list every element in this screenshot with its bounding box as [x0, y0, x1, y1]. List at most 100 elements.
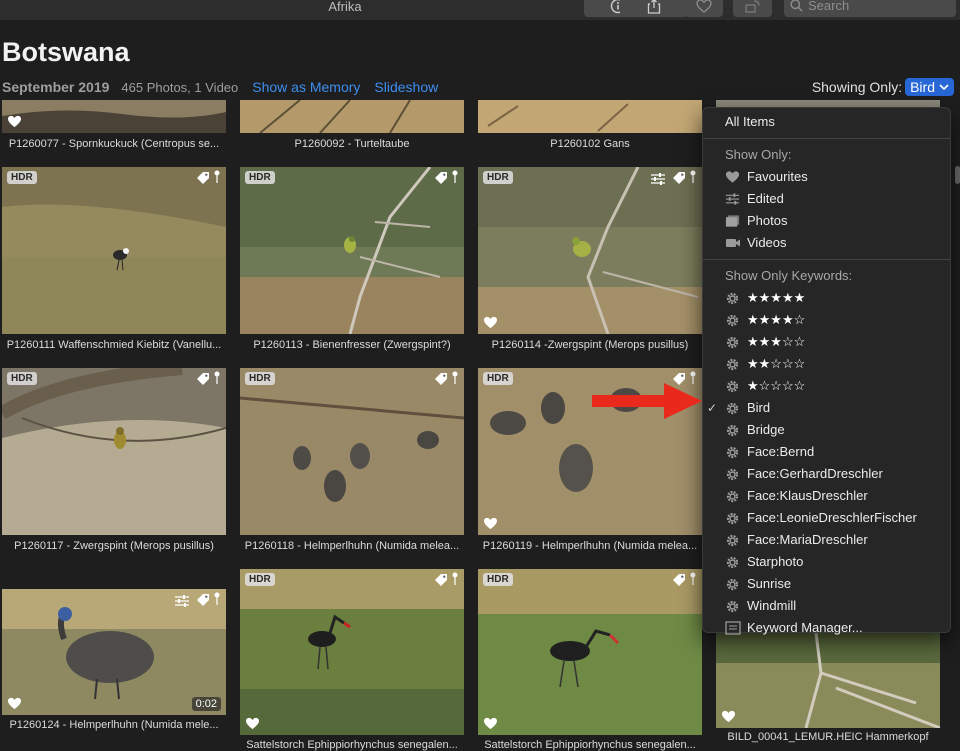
menu-item-keyword-face-maria[interactable]: Face:MariaDreschler [703, 529, 950, 551]
heart-icon[interactable] [483, 316, 498, 329]
photo-caption: Sattelstorch Ephippiorhynchus senegalen.… [246, 739, 458, 751]
hdr-badge: HDR [245, 573, 275, 586]
menu-item-keyword-face-gerhard[interactable]: Face:GerhardDreschler [703, 463, 950, 485]
filter-popup-button[interactable]: Bird [905, 78, 954, 96]
photo-caption: P1260092 - Turteltaube [294, 138, 410, 150]
album-subtitle: September 2019 465 Photos, 1 Video Show … [2, 79, 438, 95]
photo-caption: P1260113 - Bienenfresser (Zwergspint?) [253, 339, 451, 351]
photo-thumbnail[interactable] [478, 100, 702, 133]
hdr-badge: HDR [483, 372, 513, 385]
menu-item-photos[interactable]: Photos [703, 210, 950, 232]
menu-item-keyword-3-stars[interactable]: ★★★☆☆ [703, 331, 950, 353]
menu-item-keyword-manager[interactable]: Keyword Manager... [703, 617, 950, 639]
menu-item-keyword-4-stars[interactable]: ★★★★☆ [703, 309, 950, 331]
menu-header-show-only: Show Only: [725, 147, 792, 162]
hdr-badge: HDR [483, 573, 513, 586]
location-pin-icon [690, 170, 696, 183]
photo-thumbnail[interactable]: HDR [478, 167, 702, 334]
menu-item-keyword-face-bernd[interactable]: Face:Bernd [703, 441, 950, 463]
hdr-badge: HDR [7, 171, 37, 184]
hdr-badge: HDR [7, 372, 37, 385]
gear-icon [726, 512, 739, 525]
menu-item-label: Videos [747, 235, 787, 250]
menu-item-keyword-bridge[interactable]: Bridge [703, 419, 950, 441]
photo-thumbnail[interactable] [240, 100, 464, 133]
menu-item-keyword-sunrise[interactable]: Sunrise [703, 573, 950, 595]
photos-icon [725, 215, 740, 227]
menu-item-label: Keyword Manager... [747, 620, 863, 635]
photo-thumbnail[interactable]: HDR [240, 368, 464, 535]
hdr-badge: HDR [483, 171, 513, 184]
search-field[interactable] [784, 0, 956, 17]
menu-item-keyword-bird[interactable]: ✓ Bird [703, 397, 950, 419]
location-pin-icon [452, 170, 458, 183]
menu-item-keyword-1-star[interactable]: ★☆☆☆☆ [703, 375, 950, 397]
menu-item-label: ★★☆☆☆ [747, 356, 806, 371]
heart-icon[interactable] [483, 717, 498, 730]
tag-icon [197, 594, 209, 606]
show-as-memory-link[interactable]: Show as Memory [252, 79, 360, 95]
heart-icon[interactable] [7, 115, 22, 128]
gear-icon [726, 490, 739, 503]
menu-item-keyword-face-leonie[interactable]: Face:LeonieDreschlerFischer [703, 507, 950, 529]
heart-icon[interactable] [721, 710, 736, 723]
menu-item-favourites[interactable]: Favourites [703, 166, 950, 188]
menu-item-keyword-windmill[interactable]: Windmill [703, 595, 950, 617]
photo-thumbnail[interactable]: HDR [478, 569, 702, 735]
filter-menu: All Items Show Only: Favourites Edited P… [702, 107, 951, 635]
menu-item-keyword-2-stars[interactable]: ★★☆☆☆ [703, 353, 950, 375]
search-input[interactable] [808, 0, 948, 13]
gear-icon [726, 402, 739, 415]
rotate-button[interactable] [733, 0, 772, 17]
tag-icon [197, 172, 209, 184]
showing-only-label: Showing Only: [811, 79, 903, 95]
photo-caption: P1260077 - Spornkuckuck (Centropus se... [8, 138, 220, 150]
menu-item-label: Face:MariaDreschler [747, 532, 868, 547]
tag-icon [435, 574, 447, 586]
favourite-button[interactable] [684, 0, 723, 17]
gear-icon [726, 380, 739, 393]
tag-icon [673, 574, 685, 586]
menu-item-edited[interactable]: Edited [703, 188, 950, 210]
photo-thumbnail[interactable]: HDR [2, 167, 226, 334]
location-pin-icon [214, 592, 220, 605]
photo-thumbnail[interactable]: HDR [240, 167, 464, 334]
menu-item-keyword-starphoto[interactable]: Starphoto [703, 551, 950, 573]
heart-icon[interactable] [245, 717, 260, 730]
menu-separator [703, 259, 950, 260]
heart-icon[interactable] [7, 697, 22, 710]
photo-thumbnail[interactable]: HDR [2, 368, 226, 535]
photo-thumbnail[interactable] [2, 100, 226, 133]
menu-item-label: Sunrise [747, 576, 792, 591]
photo-thumbnail[interactable] [716, 633, 940, 728]
location-pin-icon [452, 572, 458, 585]
menu-header-keywords: Show Only Keywords: [725, 268, 853, 283]
menu-item-keyword-5-stars[interactable]: ★★★★★ [703, 287, 950, 309]
photo-thumbnail[interactable]: 0:02 [2, 589, 226, 715]
gear-icon [726, 534, 739, 547]
slideshow-link[interactable]: Slideshow [374, 79, 438, 95]
page-title: Botswana [2, 37, 130, 67]
photo-caption: Sattelstorch Ephippiorhynchus senegalen.… [484, 739, 696, 751]
menu-item-all-items[interactable]: All Items [703, 111, 950, 133]
gear-icon [726, 578, 739, 591]
photo-thumbnail[interactable]: HDR [240, 569, 464, 735]
menu-item-label: Favourites [747, 169, 808, 184]
video-duration: 0:02 [191, 697, 221, 711]
tag-icon [435, 172, 447, 184]
keyword-manager-icon [725, 621, 741, 635]
gear-icon [726, 600, 739, 613]
album-header: Botswana September 2019 465 Photos, 1 Vi… [0, 20, 960, 100]
menu-item-keyword-face-klaus[interactable]: Face:KlausDreschler [703, 485, 950, 507]
scrollbar[interactable] [955, 166, 960, 184]
gear-icon [726, 336, 739, 349]
gear-icon [726, 292, 739, 305]
share-button[interactable] [620, 0, 687, 17]
gear-icon [726, 424, 739, 437]
menu-item-videos[interactable]: Videos [703, 232, 950, 254]
heart-icon[interactable] [483, 517, 498, 530]
menu-item-label: Bird [747, 400, 771, 415]
location-pin-icon [690, 572, 696, 585]
menu-item-label: Starphoto [747, 554, 804, 569]
heart-icon [725, 171, 740, 183]
